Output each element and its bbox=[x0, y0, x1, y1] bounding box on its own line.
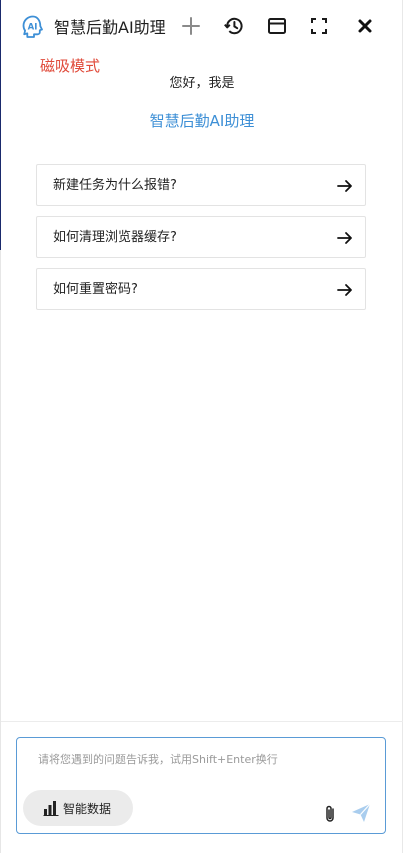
window-mode-button[interactable] bbox=[265, 14, 289, 38]
history-icon bbox=[224, 17, 243, 35]
chat-input[interactable] bbox=[17, 738, 385, 790]
window-icon bbox=[268, 18, 286, 34]
suggestion-label: 如何清理浏览器缓存? bbox=[53, 230, 177, 245]
arrow-right-icon bbox=[337, 284, 352, 296]
close-icon bbox=[358, 19, 372, 33]
arrow-right-icon bbox=[337, 232, 352, 244]
ai-head-logo-icon: AI bbox=[20, 14, 46, 40]
ai-assistant-panel: AI 智慧后勤AI助理 磁吸模式 您好，我是 智慧后勤AI助理 新建任务为什么报… bbox=[1, 0, 403, 853]
panel-title: 智慧后勤AI助理 bbox=[54, 18, 166, 37]
close-button[interactable] bbox=[353, 14, 377, 38]
greeting-text: 您好，我是 bbox=[169, 76, 235, 91]
arrow-right-icon bbox=[337, 180, 352, 192]
magnet-mode-label[interactable]: 磁吸模式 bbox=[40, 56, 100, 76]
suggestion-item[interactable]: 如何重置密码? bbox=[36, 268, 366, 310]
suggestion-label: 新建任务为什么报错? bbox=[53, 178, 177, 193]
suggestion-item[interactable]: 如何清理浏览器缓存? bbox=[36, 216, 366, 258]
assistant-name: 智慧后勤AI助理 bbox=[149, 112, 255, 130]
bar-chart-icon bbox=[43, 801, 59, 816]
suggestion-label: 如何重置密码? bbox=[53, 282, 138, 297]
history-button[interactable] bbox=[222, 14, 246, 38]
panel-header: AI 智慧后勤AI助理 bbox=[1, 0, 403, 54]
fullscreen-icon bbox=[311, 18, 327, 34]
smart-data-label: 智能数据 bbox=[63, 801, 112, 816]
chat-input-box: 智能数据 bbox=[16, 737, 386, 834]
paperclip-icon[interactable] bbox=[322, 804, 338, 824]
fullscreen-button[interactable] bbox=[307, 14, 331, 38]
smart-data-button[interactable]: 智能数据 bbox=[23, 790, 133, 826]
send-icon[interactable] bbox=[350, 802, 372, 824]
suggestion-item[interactable]: 新建任务为什么报错? bbox=[36, 164, 366, 206]
logo-text: AI bbox=[28, 23, 38, 33]
plus-icon bbox=[182, 17, 200, 35]
input-divider bbox=[1, 721, 403, 722]
new-chat-button[interactable] bbox=[179, 14, 203, 38]
